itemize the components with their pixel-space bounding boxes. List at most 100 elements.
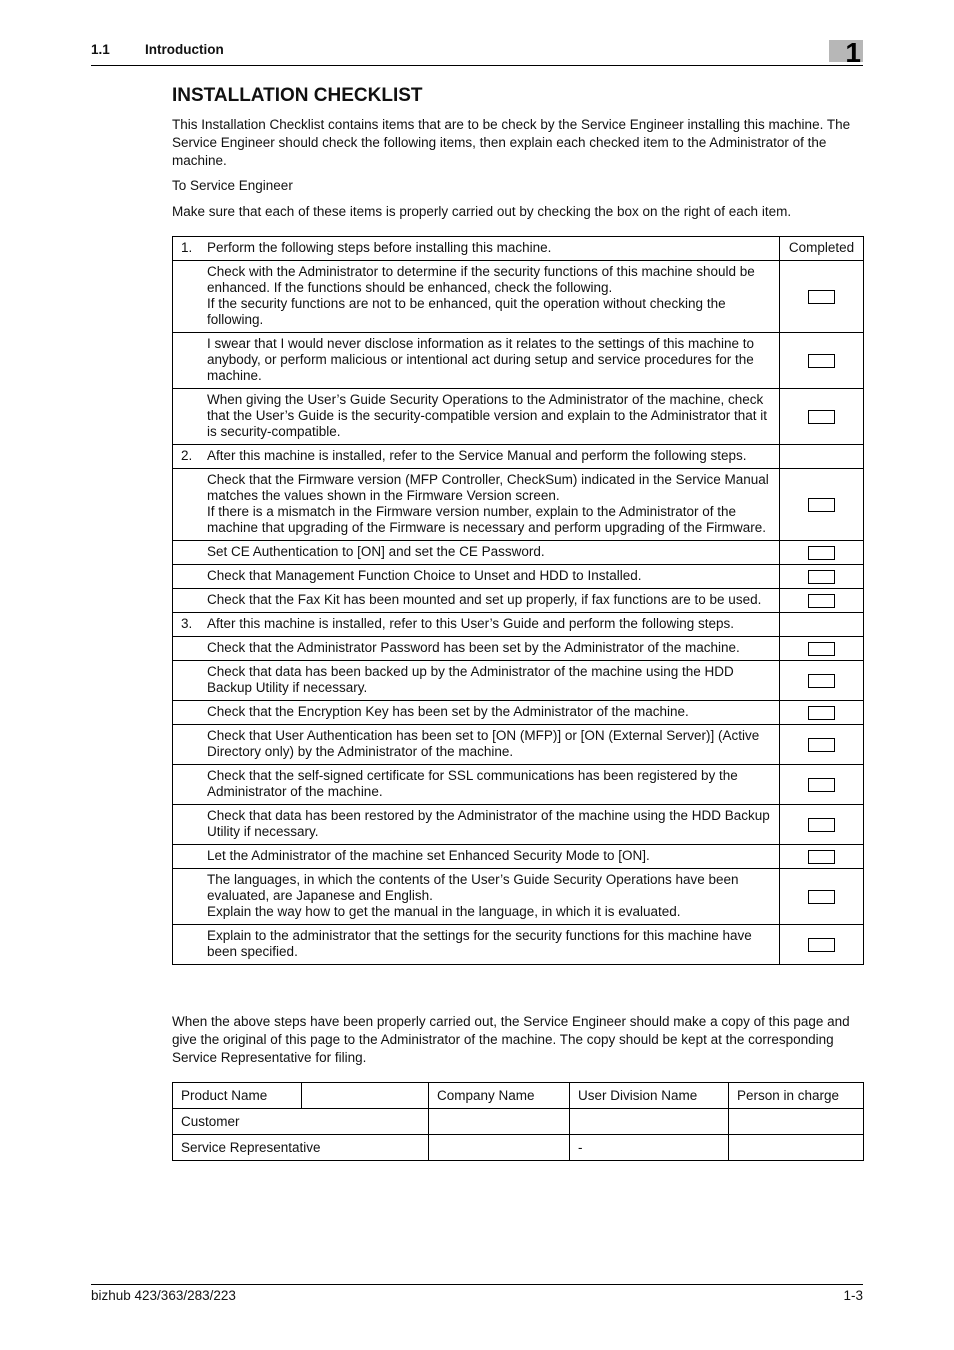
company-field[interactable] [428, 1134, 570, 1161]
page-header: 1.1 Introduction 1 [91, 38, 863, 68]
division-field[interactable] [569, 1108, 729, 1135]
empty-cell [172, 260, 199, 333]
person-field[interactable] [728, 1108, 864, 1135]
info-table: Product Name Company Name User Division … [172, 1082, 864, 1161]
empty-cell [172, 924, 199, 965]
completed-checkbox[interactable] [808, 937, 835, 952]
completed-cell [779, 636, 864, 661]
completed-cell [779, 260, 864, 333]
checklist-item-text: Let the Administrator of the machine set… [199, 844, 780, 869]
checklist-item-row: Set CE Authentication to [ON] and set th… [172, 540, 864, 565]
empty-cell [779, 444, 864, 469]
section-number: 3. [172, 612, 199, 637]
person-field[interactable] [728, 1134, 864, 1161]
checklist-item-text: Check that User Authentication has been … [199, 724, 780, 765]
completed-cell [779, 804, 864, 845]
completed-cell [779, 468, 864, 541]
empty-cell [172, 724, 199, 765]
completed-checkbox[interactable] [808, 545, 835, 560]
completed-cell [779, 844, 864, 869]
completed-cell [779, 388, 864, 445]
company-name-header: Company Name [428, 1082, 570, 1109]
checklist-item-row: Check that data has been restored by the… [172, 804, 864, 845]
empty-cell [172, 332, 199, 389]
checklist-section-row: 2. After this machine is installed, refer… [172, 444, 864, 469]
completed-checkbox[interactable] [808, 593, 835, 608]
checklist-item-row: The languages, in which the contents of … [172, 868, 864, 925]
completed-cell [779, 700, 864, 725]
row-label: Service Representative [172, 1134, 429, 1161]
checklist-item-row: Check with the Administrator to determin… [172, 260, 864, 333]
intro-paragraph: This Installation Checklist contains ite… [172, 117, 851, 168]
completed-checkbox[interactable] [808, 289, 835, 304]
completed-cell [779, 660, 864, 701]
checklist-item-row: Check that the Administrator Password ha… [172, 636, 864, 661]
checklist-item-row: Check that the Encryption Key has been s… [172, 700, 864, 725]
section-number: 2. [172, 444, 199, 469]
audience-label: To Service Engineer [172, 178, 293, 193]
row-label: Customer [172, 1108, 429, 1135]
checklist-item-text: Set CE Authentication to [ON] and set th… [199, 540, 780, 565]
checklist-item-row: Check that User Authentication has been … [172, 724, 864, 765]
section-number: 1. [172, 236, 199, 261]
completed-checkbox[interactable] [808, 409, 835, 424]
completed-checkbox[interactable] [808, 353, 835, 368]
checklist-item-row: When giving the User’s Guide Security Op… [172, 388, 864, 445]
checklist-item-row: Let the Administrator of the machine set… [172, 844, 864, 869]
checklist-item-text: I swear that I would never disclose info… [199, 332, 780, 389]
checklist-item-text: The languages, in which the contents of … [199, 868, 780, 925]
empty-cell [172, 764, 199, 805]
checklist-item-text: Check that the Fax Kit has been mounted … [199, 588, 780, 613]
empty-cell [172, 540, 199, 565]
chapter-tab: 1 [829, 38, 863, 68]
checklist-item-row: I swear that I would never disclose info… [172, 332, 864, 389]
checklist-item-text: Check that the Firmware version (MFP Con… [199, 468, 780, 541]
empty-cell [172, 588, 199, 613]
completed-checkbox[interactable] [808, 849, 835, 864]
person-in-charge-header: Person in charge [728, 1082, 864, 1109]
checklist-item-text: When giving the User’s Guide Security Op… [199, 388, 780, 445]
completed-checkbox[interactable] [808, 777, 835, 792]
page-title: INSTALLATION CHECKLIST [172, 85, 423, 106]
completed-cell [779, 588, 864, 613]
checklist-item-text: Check that the Encryption Key has been s… [199, 700, 780, 725]
completed-cell [779, 540, 864, 565]
section-number: 1.1 [91, 42, 110, 57]
empty-cell [172, 636, 199, 661]
page-footer: bizhub 423/363/283/223 1-3 [91, 1284, 863, 1303]
division-field[interactable]: - [569, 1134, 729, 1161]
checklist-item-row: Check that the self-signed certificate f… [172, 764, 864, 805]
checklist-item-row: Check that Management Function Choice to… [172, 564, 864, 589]
completed-cell [779, 868, 864, 925]
completed-checkbox[interactable] [808, 705, 835, 720]
completed-checkbox[interactable] [808, 737, 835, 752]
checklist-item-row: Explain to the administrator that the se… [172, 924, 864, 965]
chapter-number: 1 [845, 37, 861, 68]
completed-header: Completed [779, 236, 864, 261]
product-name-label: Product Name [172, 1082, 302, 1109]
user-division-header: User Division Name [569, 1082, 729, 1109]
info-header-row: Product Name Company Name User Division … [172, 1082, 864, 1109]
product-name-field[interactable] [301, 1082, 429, 1109]
completed-checkbox[interactable] [808, 497, 835, 512]
checklist-item-text: Check with the Administrator to determin… [199, 260, 780, 333]
completed-checkbox[interactable] [808, 817, 835, 832]
empty-cell [172, 660, 199, 701]
completed-checkbox[interactable] [808, 673, 835, 688]
checklist-item-text: Check that Management Function Choice to… [199, 564, 780, 589]
info-row-customer: Customer [172, 1108, 864, 1135]
completed-checkbox[interactable] [808, 641, 835, 656]
empty-cell [779, 612, 864, 637]
checklist-item-text: Check that the self-signed certificate f… [199, 764, 780, 805]
company-field[interactable] [428, 1108, 570, 1135]
page-number: 1-3 [843, 1288, 863, 1303]
empty-cell [172, 564, 199, 589]
completed-checkbox[interactable] [808, 569, 835, 584]
empty-cell [172, 804, 199, 845]
completed-cell [779, 924, 864, 965]
empty-cell [172, 468, 199, 541]
completed-cell [779, 724, 864, 765]
checklist-item-text: Check that the Administrator Password ha… [199, 636, 780, 661]
completed-cell [779, 764, 864, 805]
completed-checkbox[interactable] [808, 889, 835, 904]
